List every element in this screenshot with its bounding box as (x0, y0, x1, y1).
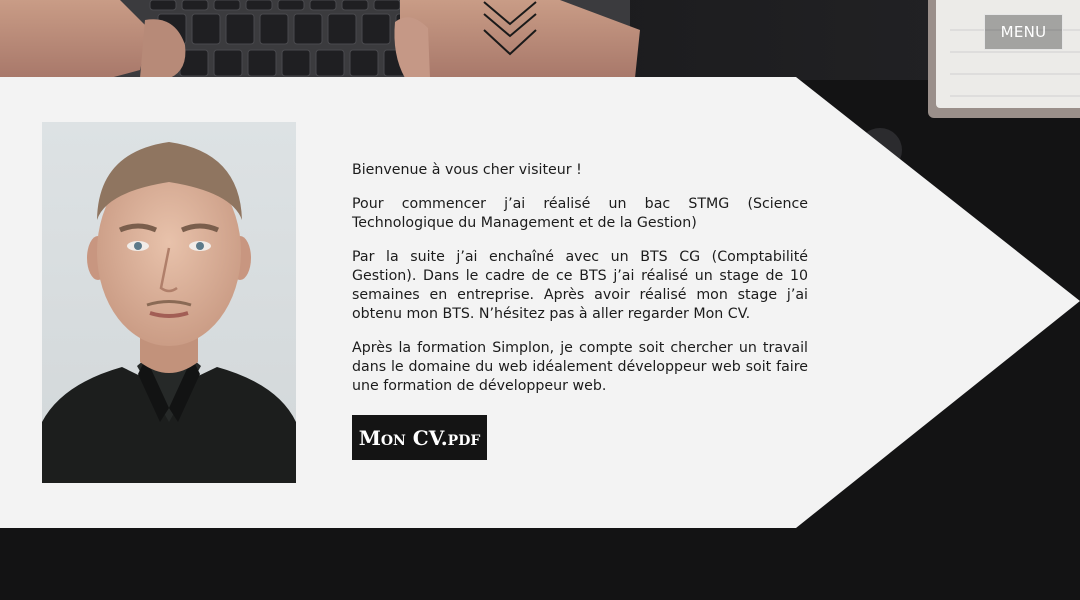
page: MENU Bienvenue à vous cher visiteur ! Po… (0, 0, 1080, 600)
menu-button[interactable]: MENU (984, 14, 1063, 50)
menu-button-label: MENU (1000, 23, 1047, 41)
cv-download-button[interactable]: Mon CV.pdf (352, 415, 487, 460)
intro-text: Bienvenue à vous cher visiteur ! Pour co… (352, 161, 808, 411)
intro-paragraph-bts: Par la suite j’ai enchaîné avec un BTS C… (352, 249, 808, 322)
profile-photo (42, 122, 296, 483)
cv-download-label: Mon CV.pdf (358, 425, 481, 450)
intro-paragraph-welcome: Bienvenue à vous cher visiteur ! (352, 162, 582, 178)
chevron-down-icon (483, 1, 537, 56)
intro-paragraph-plans: Après la formation Simplon, je compte so… (352, 340, 808, 394)
intro-paragraph-bac: Pour commencer j’ai réalisé un bac STMG … (352, 196, 808, 231)
